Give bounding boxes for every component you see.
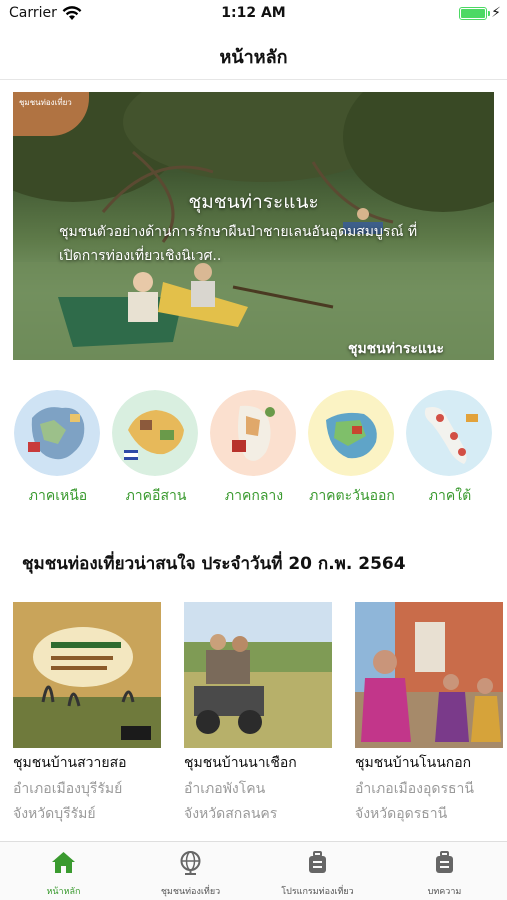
northeast-region-map-icon [112, 390, 198, 476]
community-province: จังหวัดอุดรธานี [355, 806, 448, 822]
clock: 1:12 AM [221, 5, 286, 21]
region-item-northeast[interactable]: ภาคอีสาน [110, 388, 202, 508]
logo-text: ชุมชนท่องเที่ยว [19, 98, 72, 107]
community-name: ชุมชนบ้านนาเชือก [184, 755, 297, 771]
community-district: อำเภอเมืองอุดรธานี [355, 781, 474, 797]
community-district: อำเภอเมืองบุรีรัมย์ [13, 781, 123, 797]
hero-caption: ชุมชนท่าระแนะ [347, 341, 444, 357]
community-photo [184, 602, 332, 748]
globe-icon [180, 851, 201, 875]
region-label-south: ภาคใต้ [428, 488, 472, 504]
navigation-bar: หน้าหลัก [0, 28, 507, 80]
region-item-east[interactable]: ภาคตะวันออก [306, 388, 398, 508]
region-label-east: ภาคตะวันออก [309, 488, 395, 504]
region-item-south[interactable]: ภาคใต้ [404, 388, 496, 508]
battery-tip [488, 11, 490, 16]
tab-articles[interactable]: บทความ [381, 842, 507, 900]
community-photo [13, 602, 161, 748]
hero-description: ชุมชนตัวอย่างด้านการรักษาผืนป่าชายเลนอัน… [59, 224, 418, 264]
tab-label: บทความ [427, 887, 462, 897]
luggage-icon [309, 851, 326, 873]
community-district: อำเภอพังโคน [184, 781, 266, 797]
community-card-list: ชุมชนบ้านสวายสอ อำเภอเมืองบุรีรัมย์ จังห… [0, 602, 507, 832]
central-region-map-icon [210, 390, 296, 476]
region-label-central: ภาคกลาง [224, 488, 284, 504]
community-name: ชุมชนบ้านโนนกอก [355, 755, 472, 771]
tab-home[interactable]: หน้าหลัก [0, 842, 127, 900]
tab-bar: หน้าหลัก ชุมชนท่องเที่ยว โปรแกรมท่องเที่… [0, 841, 507, 900]
region-item-north[interactable]: ภาคเหนือ [12, 388, 104, 508]
tab-label: หน้าหลัก [46, 887, 81, 897]
north-region-map-icon [14, 390, 100, 476]
hero-banner[interactable]: ชุมชนท่องเที่ยว ชุมชนท่าระแนะ ชุมชนตัวอย… [13, 92, 494, 360]
home-icon [52, 852, 75, 873]
community-card[interactable]: ชุมชนบ้านนาเชือก อำเภอพังโคน จังหวัดสกลน… [184, 602, 332, 832]
tab-label: โปรแกรมท่องเที่ยว [281, 887, 354, 897]
status-bar: Carrier 1:12 AM ⚡ [0, 0, 507, 28]
tab-programs[interactable]: โปรแกรมท่องเที่ยว [254, 842, 381, 900]
community-province: จังหวัดบุรีรัมย์ [13, 806, 96, 822]
region-label-northeast: ภาคอีสาน [125, 488, 187, 504]
east-region-map-icon [308, 390, 394, 476]
charging-bolt-icon: ⚡ [491, 5, 501, 21]
region-label-north: ภาคเหนือ [28, 488, 88, 504]
community-province: จังหวัดสกลนคร [184, 806, 278, 822]
community-name: ชุมชนบ้านสวายสอ [13, 755, 127, 771]
community-card[interactable]: ชุมชนบ้านสวายสอ อำเภอเมืองบุรีรัมย์ จังห… [13, 602, 161, 832]
community-photo [355, 602, 503, 748]
page-title: หน้าหลัก [219, 47, 288, 68]
community-card[interactable]: ชุมชนบ้านโนนกอก อำเภอเมืองอุดรธานี จังหว… [355, 602, 503, 832]
battery-icon [459, 7, 487, 20]
region-item-central[interactable]: ภาคกลาง [208, 388, 300, 508]
tab-label: ชุมชนท่องเที่ยว [160, 887, 221, 897]
luggage-icon [436, 851, 453, 873]
south-region-map-icon [406, 390, 492, 476]
hero-title: ชุมชนท่าระแนะ [188, 191, 319, 213]
tab-communities[interactable]: ชุมชนท่องเที่ยว [127, 842, 254, 900]
region-list: ภาคเหนือ ภาคอีสาน ภาคกลาง ภาคตะวันออก ภา… [0, 388, 507, 508]
section-title: ชุมชนท่องเที่ยวน่าสนใจ ประจำวันที่ 20 ก.… [22, 554, 406, 574]
